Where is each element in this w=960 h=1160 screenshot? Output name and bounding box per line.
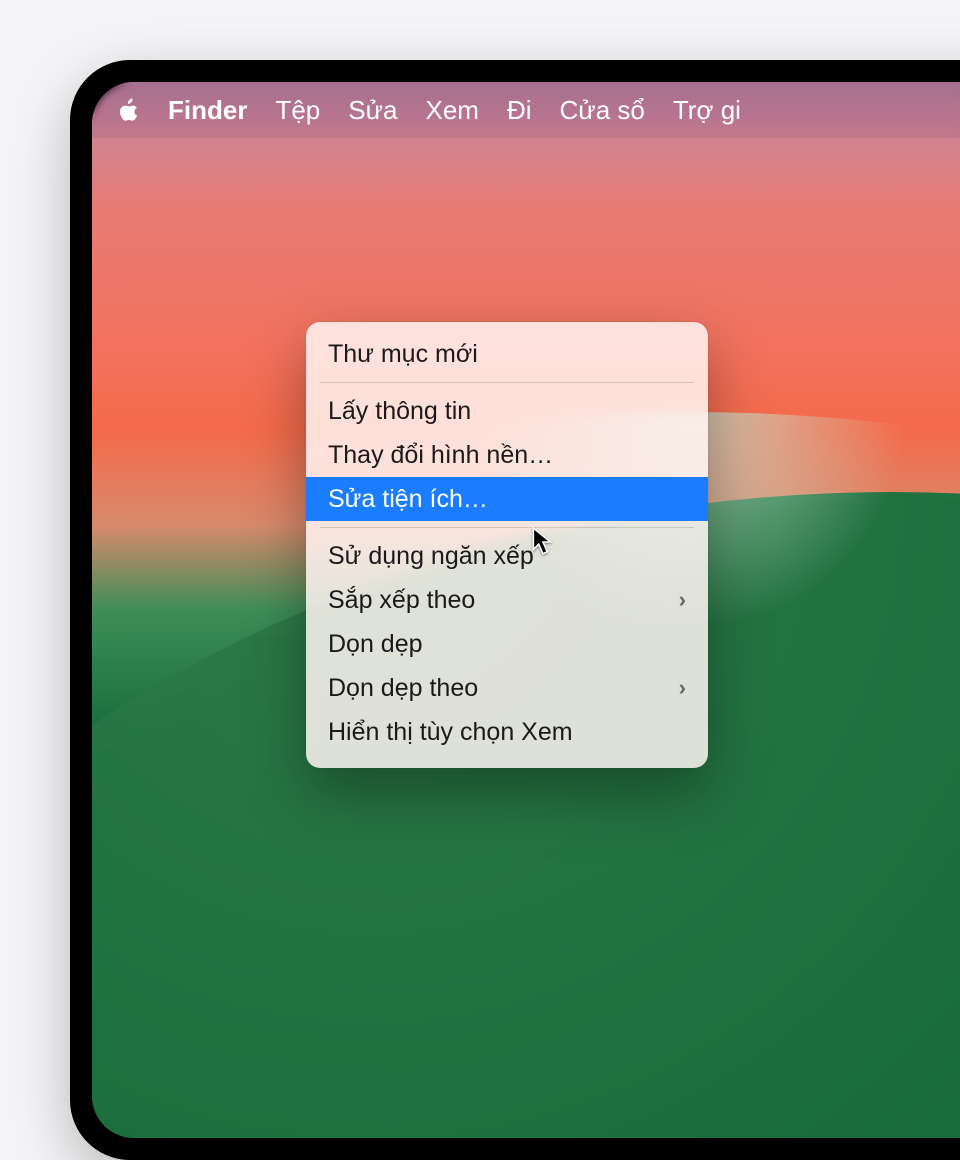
menubar-item-edit[interactable]: Sửa [348,95,397,126]
menubar: Finder Tệp Sửa Xem Đi Cửa sổ Trợ gi [92,82,960,138]
menu-item-label: Lấy thông tin [328,397,471,426]
menu-item-label: Hiển thị tùy chọn Xem [328,718,573,747]
menubar-item-view[interactable]: Xem [425,95,478,126]
menu-item-change-wallpaper[interactable]: Thay đổi hình nền… [306,433,708,477]
menu-item-sort-by[interactable]: Sắp xếp theo › [306,578,708,622]
menu-item-label: Sử dụng ngăn xếp [328,542,534,571]
menu-separator [320,382,694,383]
menu-item-clean-up[interactable]: Dọn dẹp [306,622,708,666]
menu-item-use-stacks[interactable]: Sử dụng ngăn xếp [306,534,708,578]
menu-item-clean-up-by[interactable]: Dọn dẹp theo › [306,666,708,710]
chevron-right-icon: › [679,675,686,701]
menu-item-new-folder[interactable]: Thư mục mới [306,332,708,376]
menubar-item-help[interactable]: Trợ gi [673,95,741,126]
menubar-app-name[interactable]: Finder [168,95,247,126]
device-frame: Finder Tệp Sửa Xem Đi Cửa sổ Trợ gi Thư … [70,60,960,1160]
menubar-item-go[interactable]: Đi [507,95,532,126]
menu-separator [320,527,694,528]
menu-item-label: Thay đổi hình nền… [328,441,553,470]
screen: Finder Tệp Sửa Xem Đi Cửa sổ Trợ gi Thư … [92,82,960,1138]
menu-item-edit-widgets[interactable]: Sửa tiện ích… [306,477,708,521]
menu-item-label: Dọn dẹp theo [328,674,478,703]
menubar-item-file[interactable]: Tệp [275,95,320,126]
apple-menu-icon[interactable] [116,96,140,124]
chevron-right-icon: › [679,587,686,613]
menubar-item-window[interactable]: Cửa sổ [560,95,645,126]
menu-item-get-info[interactable]: Lấy thông tin [306,389,708,433]
menu-item-label: Sửa tiện ích… [328,485,488,514]
menu-item-show-view-options[interactable]: Hiển thị tùy chọn Xem [306,710,708,754]
desktop-context-menu: Thư mục mới Lấy thông tin Thay đổi hình … [306,322,708,768]
menu-item-label: Thư mục mới [328,340,478,369]
menu-item-label: Dọn dẹp [328,630,423,659]
menu-item-label: Sắp xếp theo [328,586,475,615]
